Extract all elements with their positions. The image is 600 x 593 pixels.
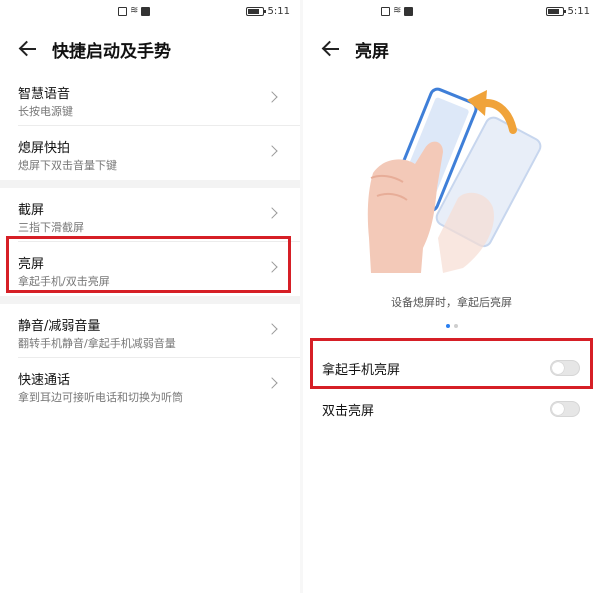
left-screen: ≋ 5:11 快捷启动及手势 智慧语音 长按电源键 熄屏快拍 熄屏下双击音量下键… [0, 0, 300, 593]
toggle-row-pickup-wake: 拿起手机亮屏 [303, 347, 600, 387]
page-header: 快捷启动及手势 [0, 34, 300, 64]
list-item-quick-snap[interactable]: 熄屏快拍 熄屏下双击音量下键 [0, 126, 300, 180]
item-title: 亮屏 [18, 257, 45, 272]
item-subtitle: 熄屏下双击音量下键 [18, 159, 117, 172]
group-divider [0, 296, 300, 304]
notification-icon [141, 6, 151, 16]
double-tap-wake-switch[interactable] [550, 401, 580, 417]
list-item-mute-volume[interactable]: 静音/减弱音量 翻转手机静音/拿起手机减弱音量 [0, 304, 300, 358]
pickup-wake-switch[interactable] [550, 360, 580, 376]
page-dot [453, 324, 458, 328]
pickup-phone-illustration [367, 87, 542, 273]
page-title: 亮屏 [355, 41, 389, 62]
item-subtitle: 三指下滑截屏 [18, 221, 84, 234]
status-bar: ≋ 5:11 [303, 6, 600, 20]
item-title: 智慧语音 [18, 87, 71, 102]
page-title: 快捷启动及手势 [52, 41, 171, 62]
right-screen: ≋ 5:11 亮屏 设备熄屏时，拿起后亮屏 拿起手机亮屏 双击亮屏 [303, 0, 600, 593]
list-item-quick-call[interactable]: 快速通话 拿到耳边可接听电话和切换为听筒 [0, 358, 300, 412]
item-title: 静音/减弱音量 [18, 319, 101, 334]
chevron-right-icon [266, 145, 278, 157]
back-arrow-icon[interactable] [321, 39, 341, 59]
illustration-caption: 设备熄屏时，拿起后亮屏 [391, 296, 512, 309]
item-subtitle: 长按电源键 [18, 105, 73, 118]
toggle-label: 双击亮屏 [322, 404, 375, 419]
list-item-wake-screen[interactable]: 亮屏 拿起手机/双击亮屏 [0, 242, 300, 296]
wifi-icon: ≋ [393, 5, 402, 16]
battery-icon [545, 7, 566, 16]
group-divider [0, 180, 300, 188]
list-item-smart-voice[interactable]: 智慧语音 长按电源键 [0, 72, 300, 126]
status-time: 5:11 [567, 6, 590, 17]
status-bar: ≋ 5:11 [0, 6, 300, 20]
settings-list: 智慧语音 长按电源键 熄屏快拍 熄屏下双击音量下键 截屏 三指下滑截屏 亮屏 拿… [0, 72, 300, 412]
item-title: 熄屏快拍 [18, 141, 71, 156]
page-indicator [303, 324, 600, 328]
page-dot-active [445, 324, 450, 328]
chevron-right-icon [266, 207, 278, 219]
item-title: 快速通话 [18, 373, 71, 388]
chevron-right-icon [266, 91, 278, 103]
item-subtitle: 拿起手机/双击亮屏 [18, 275, 110, 288]
sim-icon [118, 6, 127, 16]
toggle-row-double-tap-wake: 双击亮屏 [303, 388, 600, 428]
chevron-right-icon [266, 377, 278, 389]
chevron-right-icon [266, 261, 278, 273]
list-item-screenshot[interactable]: 截屏 三指下滑截屏 [0, 188, 300, 242]
sim-icon [381, 6, 390, 16]
notification-icon [404, 6, 414, 16]
battery-icon [245, 7, 266, 16]
page-header: 亮屏 [303, 34, 600, 64]
back-arrow-icon[interactable] [18, 39, 38, 59]
chevron-right-icon [266, 323, 278, 335]
toggle-label: 拿起手机亮屏 [322, 363, 401, 378]
item-subtitle: 翻转手机静音/拿起手机减弱音量 [18, 337, 176, 350]
item-subtitle: 拿到耳边可接听电话和切换为听筒 [18, 391, 183, 404]
wifi-icon: ≋ [130, 5, 139, 16]
status-time: 5:11 [267, 6, 290, 17]
item-title: 截屏 [18, 203, 45, 218]
